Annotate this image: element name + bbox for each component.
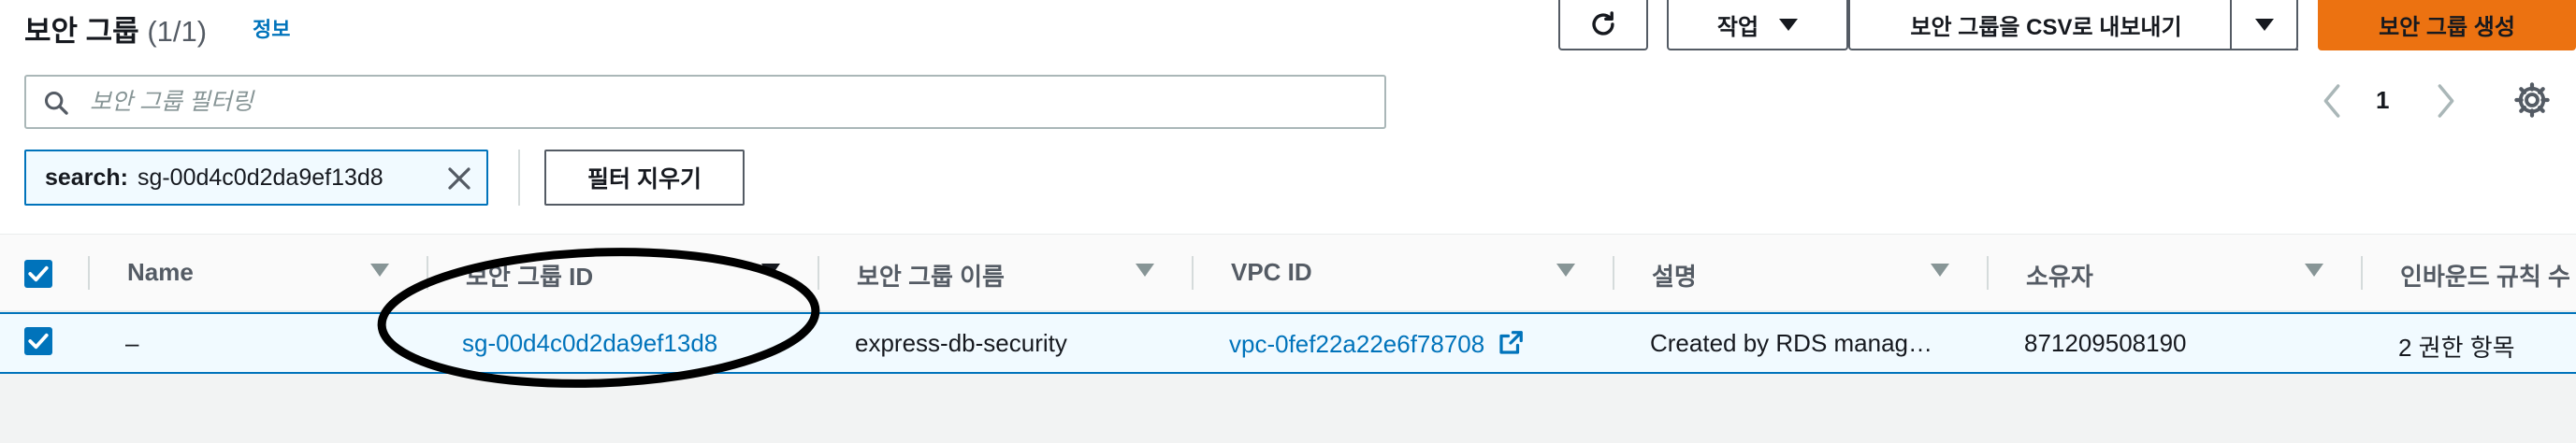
refresh-icon	[1592, 11, 1614, 36]
close-icon[interactable]	[445, 164, 473, 193]
page-title: 보안 그룹 (1/1)	[24, 7, 207, 50]
check-icon	[28, 265, 49, 282]
column-separator[interactable]	[1192, 256, 1194, 290]
filter-token: search: sg-00d4c0d2da9ef13d8	[24, 150, 488, 206]
info-link[interactable]: 정보	[253, 13, 290, 43]
filter-token-value: sg-00d4c0d2da9ef13d8	[137, 164, 384, 191]
create-label: 보안 그룹 생성	[2379, 14, 2515, 40]
caret-down-icon	[2254, 18, 2274, 31]
column-header-inbound-rules[interactable]: 인바운드 규칙 수	[2400, 258, 2570, 293]
column-separator[interactable]	[2361, 256, 2363, 290]
cell-vpc-id-link[interactable]: vpc-0fef22a22e6f78708	[1229, 329, 1525, 359]
actions-dropdown-button[interactable]: 작업	[1667, 0, 1848, 50]
row-checkbox[interactable]	[24, 327, 52, 355]
cell-description: Created by RDS manag…	[1650, 329, 1933, 357]
caret-down-icon	[1779, 18, 1799, 31]
check-icon	[28, 333, 49, 350]
cell-name: –	[125, 329, 139, 357]
actions-label: 작업	[1716, 14, 1759, 40]
column-header-sg-name[interactable]: 보안 그룹 이름	[857, 258, 1005, 293]
select-all-checkbox[interactable]	[24, 260, 52, 288]
search-input[interactable]	[90, 84, 1362, 120]
current-page-number[interactable]: 1	[2376, 86, 2389, 115]
cell-sg-name: express-db-security	[855, 329, 1067, 357]
column-separator[interactable]	[1613, 256, 1614, 290]
divider	[518, 150, 520, 206]
filter-token-key: search:	[45, 164, 128, 191]
column-header-name[interactable]: Name	[127, 258, 194, 287]
gear-icon[interactable]	[2512, 80, 2552, 120]
sort-caret-icon[interactable]	[2305, 264, 2323, 277]
column-separator[interactable]	[1987, 256, 1989, 290]
annotation-ellipse	[377, 248, 820, 388]
selection-count: (1/1)	[147, 15, 208, 48]
column-separator[interactable]	[88, 256, 90, 290]
vpc-id-text: vpc-0fef22a22e6f78708	[1229, 330, 1485, 358]
external-link-icon	[1499, 331, 1524, 354]
create-security-group-button[interactable]: 보안 그룹 생성	[2318, 0, 2576, 50]
page-title-text: 보안 그룹	[24, 15, 139, 48]
column-header-description[interactable]: 설명	[1652, 258, 1697, 293]
column-header-owner[interactable]: 소유자	[2026, 258, 2093, 293]
search-box	[24, 75, 1386, 129]
clear-filters-button[interactable]: 필터 지우기	[544, 150, 745, 206]
previous-page-icon[interactable]	[2318, 82, 2346, 120]
sort-caret-icon[interactable]	[1556, 264, 1575, 277]
refresh-button[interactable]	[1558, 0, 1648, 50]
sort-caret-icon[interactable]	[1931, 264, 1949, 277]
search-icon	[44, 91, 68, 115]
export-csv-label: 보안 그룹을 CSV로 내보내기	[1910, 14, 2182, 40]
column-header-vpc-id[interactable]: VPC ID	[1231, 258, 1312, 287]
next-page-icon[interactable]	[2432, 82, 2460, 120]
cell-inbound-rules: 2 권한 항목	[2398, 334, 2515, 362]
cell-owner: 871209508190	[2024, 329, 2187, 357]
sort-caret-icon[interactable]	[1136, 264, 1154, 277]
export-csv-dropdown-button[interactable]	[2230, 0, 2298, 50]
